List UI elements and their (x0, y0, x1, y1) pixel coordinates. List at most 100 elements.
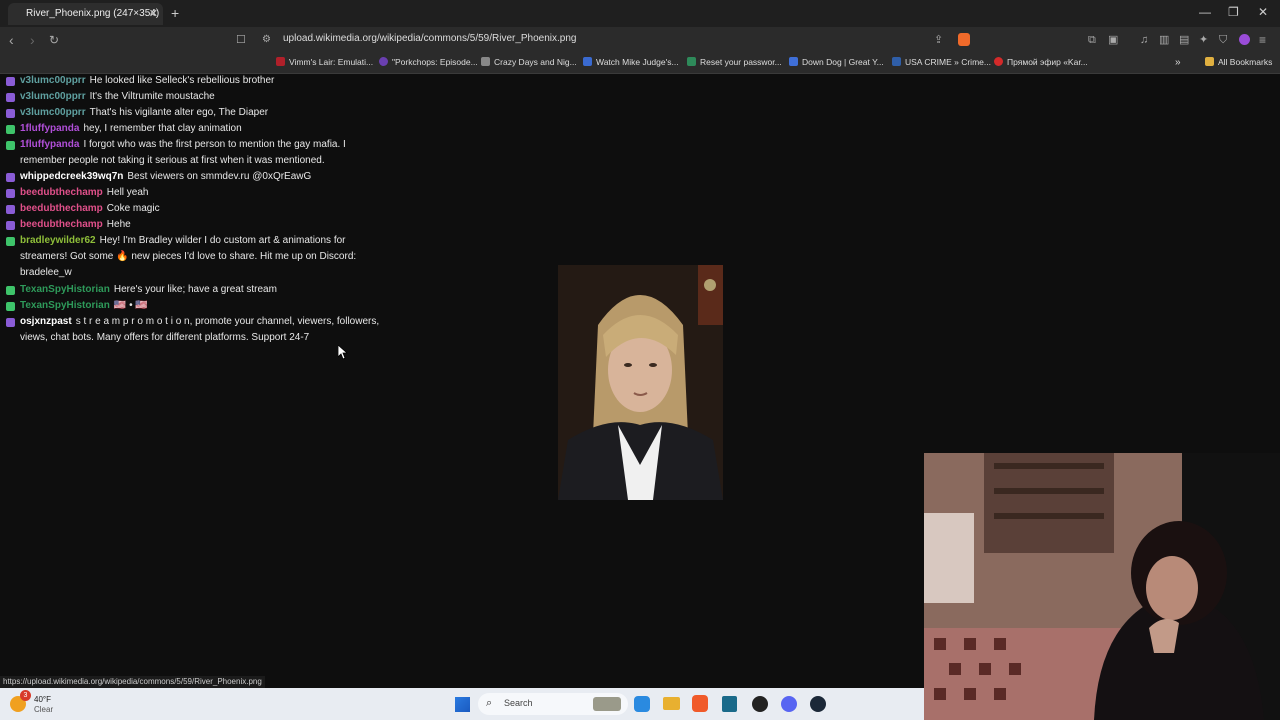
weather-widget[interactable]: 3 (10, 690, 32, 716)
copilot-icon[interactable] (634, 696, 650, 712)
chat-message: 1fluffypanda hey, I remember that clay an… (6, 121, 386, 137)
chat-message: TexanSpyHistorian Here's your like; have … (6, 282, 386, 298)
all-bookmarks-folder[interactable]: All Bookmarks (1205, 57, 1272, 67)
chat-message: whippedcreek39wq7n Best viewers on smmdev… (6, 169, 386, 185)
bookmark-item[interactable]: Crazy Days and Nig... (481, 57, 577, 67)
chat-text: That's his vigilante alter ego, The Diap… (89, 107, 269, 118)
badge-icon (6, 302, 15, 311)
chat-username: TexanSpyHistorian (20, 300, 110, 311)
new-tab-button[interactable]: + (171, 3, 179, 23)
menu-icon[interactable]: ≡ (1259, 31, 1266, 49)
bookmark-favicon-icon (276, 57, 285, 66)
bookmark-favicon-icon (583, 57, 592, 66)
wallet-icon[interactable]: ▤ (1179, 31, 1189, 49)
search-placeholder: Search (504, 698, 533, 708)
folder-icon (1205, 57, 1214, 66)
extensions-icon[interactable]: ⧉ (1088, 31, 1096, 49)
bookmark-item[interactable]: USA CRIME » Crime... (892, 57, 991, 67)
chat-message: 1fluffypanda I forgot who was the first p… (6, 137, 386, 169)
badge-icon (6, 77, 15, 86)
window-close-button[interactable]: ✕ (1258, 5, 1268, 19)
chat-username: bradleywilder62 (20, 235, 96, 246)
badge-icon (6, 93, 15, 102)
chat-message: osjxnzpast s t r e a m p r o m o t i o n,… (6, 314, 386, 346)
maximize-button[interactable]: ❐ (1228, 5, 1239, 19)
navigation-bar: ‹ › ↻ ☐ ⚙ upload.wikimedia.org/wikipedia… (0, 27, 1280, 53)
bookmark-item[interactable]: Reset your passwor... (687, 57, 782, 67)
obs-icon[interactable] (752, 696, 768, 712)
brave-shield-icon[interactable] (958, 33, 970, 46)
bookmark-item[interactable]: "Porkchops: Episode... (379, 57, 478, 67)
address-bar[interactable]: upload.wikimedia.org/wikipedia/commons/5… (283, 33, 577, 44)
weather-temp: 40°F (34, 695, 51, 704)
bookmark-item[interactable]: Down Dog | Great Y... (789, 57, 884, 67)
vpn-icon[interactable]: ⛉ (1219, 31, 1227, 49)
chat-username: whippedcreek39wq7n (20, 171, 124, 182)
bookmark-favicon-icon (481, 57, 490, 66)
bookmark-favicon-icon (892, 57, 901, 66)
bookmark-item[interactable]: Watch Mike Judge's... (583, 57, 679, 67)
steam-icon[interactable] (810, 696, 826, 712)
chat-text: Hell yeah (106, 187, 149, 198)
chat-text: Coke magic (106, 203, 160, 214)
badge-icon (6, 173, 15, 182)
search-highlight-icon (593, 697, 621, 711)
windows-start-icon[interactable] (455, 697, 470, 712)
site-info-icon[interactable]: ⚙ (262, 31, 271, 49)
tab-strip: River_Phoenix.png (247×354) ✕ + — ❐ ✕ (0, 0, 1280, 27)
chat-message: v3lumc00pprr He looked like Selleck's reb… (6, 73, 386, 89)
chat-username: beedubthechamp (20, 219, 103, 230)
browser-tab[interactable]: River_Phoenix.png (247×354) ✕ (8, 3, 163, 25)
chat-username: 1fluffypanda (20, 139, 80, 150)
discord-icon[interactable] (781, 696, 797, 712)
taskbar-search[interactable]: ⌕ Search (478, 693, 628, 715)
minimize-button[interactable]: — (1199, 5, 1211, 19)
app-icon[interactable] (722, 696, 737, 712)
profile-icon[interactable] (1239, 34, 1250, 45)
screenshot-icon[interactable]: ▣ (1108, 31, 1118, 49)
webcam-scene (924, 453, 1280, 720)
chat-username: v3lumc00pprr (20, 107, 86, 118)
badge-icon (6, 205, 15, 214)
more-bookmarks-icon[interactable]: » (1175, 57, 1181, 68)
bookmark-item[interactable]: Прямой эфир «Kar... (994, 57, 1088, 67)
notification-badge: 3 (20, 690, 31, 701)
forward-icon[interactable]: › (30, 31, 35, 49)
leo-icon[interactable]: ✦ (1199, 31, 1208, 49)
chat-message: v3lumc00pprr That's his vigilante alter e… (6, 105, 386, 121)
bookmark-icon[interactable]: ☐ (236, 31, 246, 49)
badge-icon (6, 125, 15, 134)
chat-username: osjxnzpast (20, 316, 72, 327)
chat-text: He looked like Selleck's rebellious brot… (89, 75, 275, 86)
reload-icon[interactable]: ↻ (49, 31, 59, 49)
bookmark-favicon-icon (379, 57, 388, 66)
badge-icon (6, 109, 15, 118)
chat-username: v3lumc00pprr (20, 75, 86, 86)
chat-username: 1fluffypanda (20, 123, 80, 134)
chat-text: It's the Viltrumite moustache (89, 91, 215, 102)
chat-username: TexanSpyHistorian (20, 284, 110, 295)
badge-icon (6, 286, 15, 295)
status-bar-url: https://upload.wikimedia.org/wikipedia/c… (0, 676, 265, 688)
badge-icon (6, 189, 15, 198)
bookmarks-bar: Vimm's Lair: Emulati... "Porkchops: Epis… (0, 53, 1280, 74)
bookmark-favicon-icon (687, 57, 696, 66)
chat-message: TexanSpyHistorian 🇺🇸 • 🇺🇸 (6, 298, 386, 314)
share-icon[interactable]: ⇪ (934, 31, 943, 49)
chat-text: hey, I remember that clay animation (83, 123, 242, 134)
chat-message: bradleywilder62 Hey! I'm Bradley wilder I… (6, 233, 386, 281)
bookmark-item[interactable]: Vimm's Lair: Emulati... (276, 57, 373, 67)
chat-message: beedubthechamp Hell yeah (6, 185, 386, 201)
badge-icon (6, 221, 15, 230)
chat-text: s t r e a m p r o m o t i o n, promote y… (20, 316, 380, 343)
file-explorer-icon[interactable] (663, 697, 680, 710)
media-icon[interactable]: ♫ (1140, 31, 1148, 49)
back-icon[interactable]: ‹ (9, 31, 14, 49)
bookmark-favicon-icon (994, 57, 1003, 66)
chat-username: beedubthechamp (20, 187, 103, 198)
sidebar-icon[interactable]: ▥ (1159, 31, 1169, 49)
close-icon[interactable]: ✕ (149, 3, 158, 25)
brave-browser-icon[interactable] (692, 695, 708, 712)
tab-title: River_Phoenix.png (247×354) (26, 8, 160, 19)
chat-username: beedubthechamp (20, 203, 103, 214)
